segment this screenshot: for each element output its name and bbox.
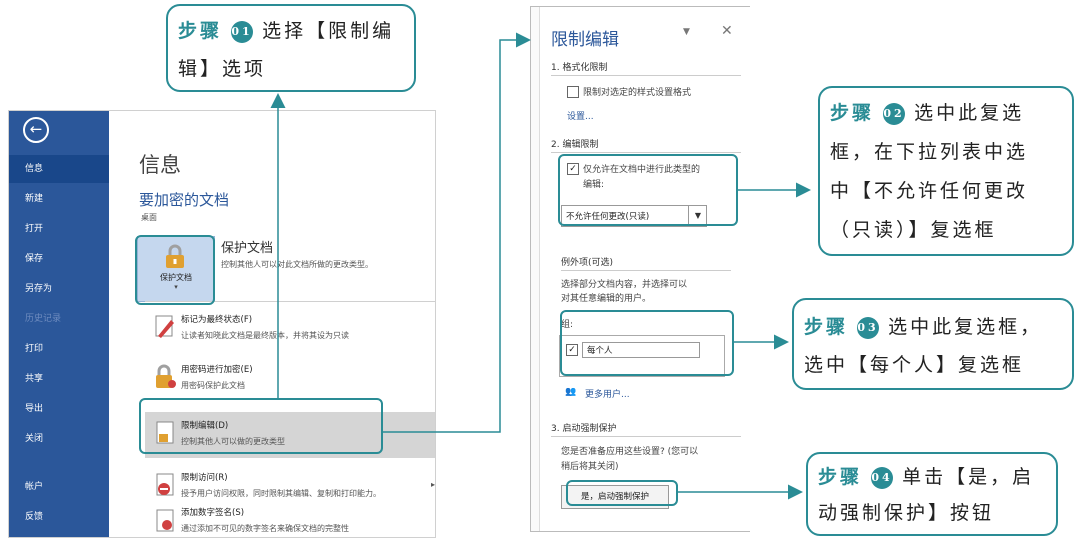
callout-line: 步骤 01 选择【限制编 <box>178 16 394 43</box>
step-number: 02 <box>883 103 906 125</box>
step-number: 04 <box>871 467 894 489</box>
callout-text: （只读）】复选框 <box>830 219 997 241</box>
callout-text: 动强制保护】按钮 <box>818 502 995 524</box>
callout-step-4: 步骤 04 单击【是，启 动强制保护】按钮 <box>806 452 1058 536</box>
callout-text: 选中【每个人】复选框 <box>804 354 1025 376</box>
callout-text: 辑】选项 <box>178 58 267 80</box>
callout-step-2: 步骤 02 选中此复选 框，在下拉列表中选 中【不允许任何更改 （只读）】复选框 <box>818 86 1074 256</box>
step-number: 01 <box>231 21 254 43</box>
callout-line: 步骤 02 选中此复选 <box>830 98 1024 125</box>
callout-text: 选中此复选框， <box>888 316 1043 338</box>
callout-step-1: 步骤 01 选择【限制编 辑】选项 <box>166 4 416 92</box>
callout-text: 单击【是，启 <box>902 466 1035 488</box>
callout-text: 选择【限制编 <box>262 20 395 42</box>
callout-text: 选中此复选 <box>914 102 1025 124</box>
callout-text: 框，在下拉列表中选 <box>830 141 1029 163</box>
callout-text: 中【不允许任何更改 <box>830 180 1029 202</box>
callout-step-3: 步骤 03 选中此复选框， 选中【每个人】复选框 <box>792 298 1074 390</box>
callout-line: 步骤 03 选中此复选框， <box>804 312 1042 339</box>
step-label: 步骤 <box>178 20 223 42</box>
step-label: 步骤 <box>804 316 849 338</box>
step-number: 03 <box>857 317 880 339</box>
step-label: 步骤 <box>818 466 863 488</box>
arrow-to-pane <box>383 32 531 433</box>
callout-line: 步骤 04 单击【是，启 <box>818 462 1034 489</box>
step-label: 步骤 <box>830 102 875 124</box>
